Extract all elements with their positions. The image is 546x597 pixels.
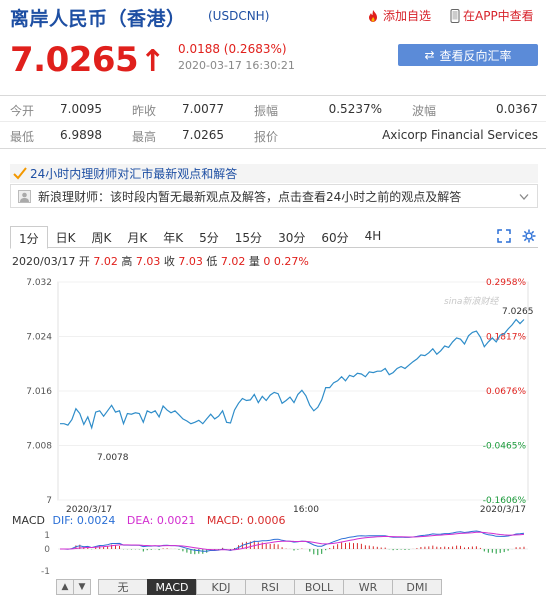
y-tick-label: 7.032: [26, 278, 52, 288]
pct-tick-label: 0.0676%: [486, 387, 526, 397]
scroll-down-button[interactable]: ▼: [73, 579, 91, 595]
macd-tick-1: 1: [44, 531, 50, 541]
pct-tick-label: 0.2958%: [486, 278, 526, 288]
tab-daily[interactable]: 日K: [48, 226, 84, 248]
phone-icon: [450, 8, 460, 23]
add-watchlist-label: 添加自选: [383, 9, 432, 23]
watermark: sina新浪财经: [444, 296, 499, 307]
indicator-nav: ▲ ▼: [56, 579, 91, 595]
tab-monthly[interactable]: 月K: [119, 226, 155, 248]
info-pct: 0.27%: [273, 255, 309, 268]
tab-60min[interactable]: 60分: [313, 226, 356, 248]
y-tick-label: 7.016: [26, 387, 52, 397]
period-tabs: 1分 日K 周K 月K 年K 5分 15分 30分 60分 4H: [10, 226, 538, 249]
indicator-tab-rsi[interactable]: RSI: [245, 579, 295, 595]
tab-4h[interactable]: 4H: [357, 226, 390, 248]
stat-label-quote-source: 报价: [254, 130, 279, 144]
indicator-tab-none[interactable]: 无: [98, 579, 148, 595]
info-low: 7.02: [220, 255, 246, 268]
last-price-annotation: 7.0265: [502, 307, 534, 317]
info-vol: 0: [263, 255, 271, 268]
ohlc-info: 2020/03/17 开 7.02 高 7.03 收 7.03 低 7.02 量…: [12, 253, 309, 269]
stats-divider-bottom: [0, 148, 546, 149]
stat-label-open: 今开: [10, 104, 35, 118]
stat-value-low: 6.9898: [60, 128, 102, 142]
info-close: 7.03: [178, 255, 203, 268]
info-high-label: 高: [121, 255, 133, 268]
dea-line: [60, 531, 525, 551]
price-chart[interactable]: 7.0327.0247.0167.0087 0.2958%0.1817%0.06…: [0, 270, 546, 514]
up-arrow-icon: ↑: [140, 44, 166, 79]
settings-icon[interactable]: [522, 229, 536, 243]
tab-1min[interactable]: 1分: [10, 226, 48, 249]
current-price: 7.0265: [10, 40, 139, 80]
y-tick-label: 7: [46, 496, 52, 506]
indicator-tab-kdj[interactable]: KDJ: [196, 579, 246, 595]
y-axis-labels: 7.032 7.024 7.016 7.008 7: [26, 278, 52, 506]
scroll-up-button[interactable]: ▲: [56, 579, 74, 595]
view-in-app-label: 在APP中查看: [463, 9, 534, 23]
advisor-avatar-icon: [18, 190, 31, 203]
stat-label-volatility: 波幅: [412, 104, 437, 118]
y-tick-label: 7.008: [26, 442, 52, 452]
stat-label-low: 最低: [10, 130, 35, 144]
indicator-tab-wr[interactable]: WR: [343, 579, 393, 595]
stat-value-high: 7.0265: [182, 128, 224, 142]
news-text[interactable]: 新浪理财师：该时段内暂无最新观点及解答，点击查看24小时之前的观点及解答: [38, 188, 461, 205]
x-tick-label: 2020/3/17: [66, 505, 112, 514]
stat-value-volatility: 0.0367: [496, 102, 538, 116]
flame-icon: [369, 9, 377, 22]
indicator-tab-macd[interactable]: MACD: [147, 579, 197, 595]
view-in-app-button[interactable]: 在APP中查看: [450, 7, 534, 24]
tab-weekly[interactable]: 周K: [84, 226, 120, 248]
info-vol-label: 量: [248, 255, 260, 268]
macd-chart[interactable]: 1 0 -1: [0, 526, 546, 578]
news-title[interactable]: 24小时内理财师对汇市最新观点和解答: [30, 165, 237, 182]
add-watchlist-button[interactable]: 添加自选: [366, 7, 431, 24]
macd-tick-0: 0: [44, 545, 50, 555]
tab-30min[interactable]: 30分: [270, 226, 313, 248]
price-change: 0.0188 (0.2683%): [178, 42, 287, 56]
x-tick-label: 2020/3/17: [480, 505, 526, 514]
stats-divider-mid: [0, 121, 546, 122]
reverse-rate-label: 查看反向汇率: [439, 48, 512, 63]
indicator-tab-boll[interactable]: BOLL: [294, 579, 344, 595]
low-annotation: 7.0078: [97, 453, 129, 463]
info-date: 2020/03/17: [12, 255, 76, 268]
x-axis-labels: 2020/3/17 16:00 2020/3/17: [66, 505, 526, 514]
symbol-code: (USDCNH): [208, 9, 270, 23]
info-open: 7.02: [93, 255, 118, 268]
stat-label-amplitude: 振幅: [254, 104, 279, 118]
indicator-tab-dmi[interactable]: DMI: [392, 579, 442, 595]
stat-value-prev-close: 7.0077: [182, 102, 224, 116]
checkmark-icon: [13, 167, 27, 180]
tab-yearly[interactable]: 年K: [155, 226, 191, 248]
swap-icon: ⇄: [424, 48, 435, 62]
reverse-rate-button[interactable]: ⇄ 查看反向汇率: [398, 44, 538, 66]
macd-tick-neg1: -1: [41, 567, 50, 577]
stat-label-high: 最高: [132, 130, 157, 144]
indicator-tabs: 无 MACD KDJ RSI BOLL WR DMI: [98, 579, 442, 595]
info-open-label: 开: [78, 255, 90, 268]
chevron-down-icon[interactable]: [519, 193, 529, 201]
page-title: 离岸人民币（香港）: [10, 8, 186, 30]
x-tick-label: 16:00: [293, 505, 319, 514]
fullscreen-icon[interactable]: [497, 229, 511, 243]
y-tick-label: 7.024: [26, 333, 52, 343]
info-low-label: 低: [206, 255, 218, 268]
info-close-label: 收: [163, 255, 175, 268]
info-high: 7.03: [135, 255, 161, 268]
stat-label-prev-close: 昨收: [132, 104, 157, 118]
tab-15min[interactable]: 15分: [227, 226, 270, 248]
pct-tick-label: -0.0465%: [483, 442, 527, 452]
macd-histogram: [67, 540, 525, 556]
stat-value-open: 7.0095: [60, 102, 102, 116]
stats-divider-top: [0, 95, 546, 96]
quote-time: 2020-03-17 16:30:21: [178, 59, 295, 72]
stat-value-quote-source: Axicorp Financial Services: [382, 128, 538, 142]
stat-value-amplitude: 0.5237%: [328, 102, 382, 116]
tab-5min[interactable]: 5分: [191, 226, 227, 248]
